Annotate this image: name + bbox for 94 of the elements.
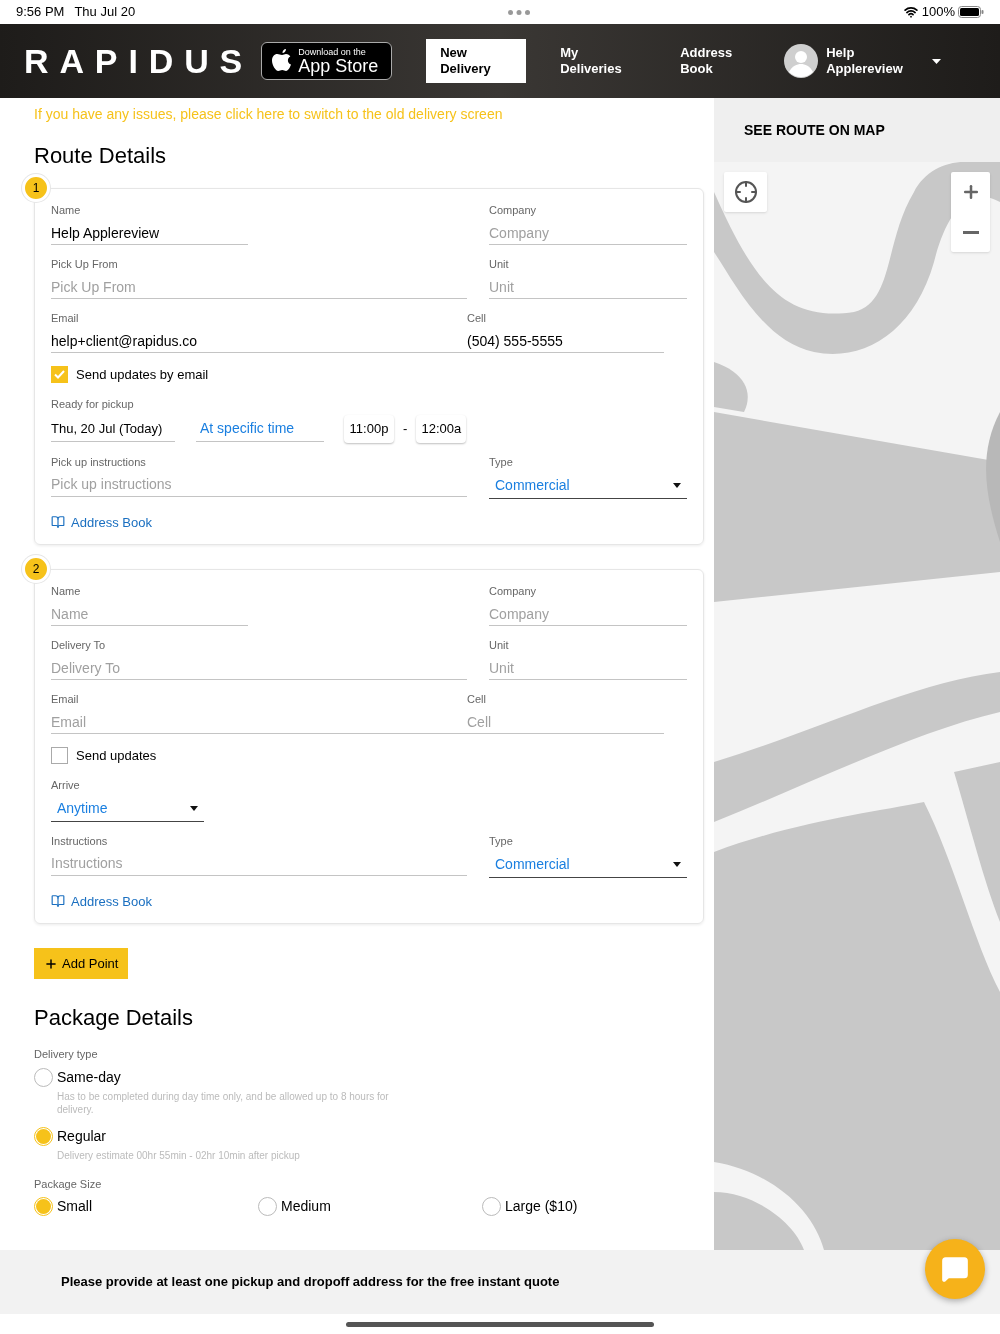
- time-mode-dropdown[interactable]: At specific time: [196, 415, 324, 442]
- section-title: Route Details: [34, 142, 168, 170]
- stop-number-badge: 1: [22, 174, 50, 202]
- radio-button[interactable]: [34, 1197, 53, 1216]
- radio-label: Large ($10): [505, 1197, 578, 1216]
- battery-percent: 100%: [921, 3, 955, 22]
- name-field[interactable]: Name: [51, 602, 248, 626]
- option-note: Delivery estimate 00hr 55min - 02hr 10min after pickup: [57, 1148, 301, 1162]
- field-label: Email: [51, 692, 80, 706]
- plus-icon: [44, 956, 58, 971]
- cell-field[interactable]: (504) 555-5555: [467, 329, 664, 353]
- radio-label: Regular: [57, 1126, 107, 1146]
- battery-icon: [958, 6, 984, 18]
- time-separator: -: [403, 419, 408, 438]
- field-label: Unit: [489, 638, 510, 652]
- quote-message: Please provide at least one pickup and dropoff address for the free instant quote: [61, 1273, 560, 1292]
- field-label: Company: [489, 584, 538, 598]
- address-book-link[interactable]: Address Book: [51, 512, 152, 532]
- field-label: Pick up instructions: [51, 454, 147, 469]
- field-label: Name: [51, 203, 82, 217]
- address-field[interactable]: Delivery To: [51, 656, 467, 680]
- nav-tab[interactable]: Address Book: [666, 39, 767, 83]
- start-time-field[interactable]: 11:00p: [344, 414, 394, 443]
- field-label: Ready for pickup: [51, 396, 135, 411]
- status-date: Thu Jul 20: [74, 3, 136, 22]
- book-icon: [51, 515, 65, 530]
- email-field[interactable]: Email: [51, 710, 467, 734]
- radio-button[interactable]: [258, 1197, 277, 1216]
- avatar-icon: [784, 44, 819, 78]
- field-label: Pick Up From: [51, 257, 119, 271]
- field-label: Delivery type: [34, 1047, 99, 1062]
- status-time: 9:56 PM: [16, 3, 65, 22]
- caret-icon: [190, 805, 198, 811]
- field-label: Name: [51, 584, 82, 598]
- app-store-title: App Store: [298, 56, 379, 75]
- app-store-caption: Download on the: [298, 47, 367, 57]
- end-time-field[interactable]: 12:00a: [416, 414, 467, 443]
- field-label: Type: [489, 454, 514, 469]
- radio-label: Small: [57, 1197, 92, 1216]
- more-icon: [508, 9, 531, 15]
- checkbox-label: Send updates by email: [76, 366, 209, 384]
- field-label: Cell: [467, 692, 487, 706]
- checkmark-icon: [54, 370, 65, 380]
- caret-icon[interactable]: [932, 58, 942, 64]
- location-icon: [733, 180, 758, 204]
- app-store-badge[interactable]: Download on the App Store: [261, 42, 393, 80]
- cell-field[interactable]: Cell: [467, 710, 664, 734]
- unit-field[interactable]: Unit: [489, 275, 687, 299]
- field-label: Cell: [467, 311, 487, 325]
- field-label: Type: [489, 833, 514, 848]
- option-note: Has to be completed during day time only, and be allowed up to 8 hours for delivery.: [57, 1089, 390, 1116]
- field-label: Arrive: [51, 777, 81, 792]
- type-dropdown[interactable]: Commercial: [489, 851, 687, 878]
- minus-icon: [962, 230, 979, 234]
- nav-tab[interactable]: My Deliveries: [546, 39, 647, 83]
- radio-label: Same-day: [57, 1067, 121, 1087]
- radio-button[interactable]: [482, 1197, 501, 1216]
- address-book-link[interactable]: Address Book: [51, 891, 152, 911]
- add-point-button[interactable]: Add Point: [34, 948, 129, 979]
- address-field[interactable]: Pick Up From: [51, 275, 467, 299]
- book-icon: [51, 894, 65, 909]
- nav-tab[interactable]: New Delivery: [426, 39, 527, 83]
- caret-icon: [673, 861, 681, 867]
- rapidus-logo: RAPIDUS: [24, 44, 254, 78]
- field-label: Package Size: [34, 1176, 103, 1192]
- instructions-field[interactable]: Instructions: [51, 851, 467, 876]
- field-label: Delivery To: [51, 638, 107, 652]
- chat-icon: [941, 1255, 969, 1283]
- date-field[interactable]: Thu, 20 Jul (Today): [51, 415, 175, 442]
- stop-number-badge: 2: [22, 555, 50, 583]
- section-title: Package Details: [34, 1004, 194, 1032]
- checkbox[interactable]: [51, 366, 68, 384]
- radio-button[interactable]: [34, 1067, 53, 1087]
- company-field[interactable]: Company: [489, 602, 687, 626]
- field-label: Instructions: [51, 833, 109, 848]
- my-location-button[interactable]: [724, 172, 767, 212]
- see-route-button[interactable]: SEE ROUTE ON MAP: [714, 98, 1000, 162]
- field-label: Email: [51, 311, 80, 325]
- type-dropdown[interactable]: Commercial: [489, 472, 687, 499]
- field-label: Company: [489, 203, 538, 217]
- wifi-icon: [903, 5, 918, 19]
- field-label: Unit: [489, 257, 510, 271]
- instructions-field[interactable]: Pick up instructions: [51, 472, 467, 497]
- unit-field[interactable]: Unit: [489, 656, 687, 680]
- name-field[interactable]: Help Applereview: [51, 221, 248, 245]
- apple-icon: [272, 49, 293, 73]
- checkbox[interactable]: [51, 747, 68, 765]
- company-field[interactable]: Company: [489, 221, 687, 245]
- email-field[interactable]: help+client@rapidus.co: [51, 329, 467, 353]
- arrive-dropdown[interactable]: Anytime: [51, 795, 204, 822]
- checkbox-label: Send updates: [76, 747, 157, 765]
- radio-label: Medium: [281, 1197, 331, 1216]
- caret-icon: [673, 482, 681, 488]
- user-name: Help Applereview: [826, 45, 904, 77]
